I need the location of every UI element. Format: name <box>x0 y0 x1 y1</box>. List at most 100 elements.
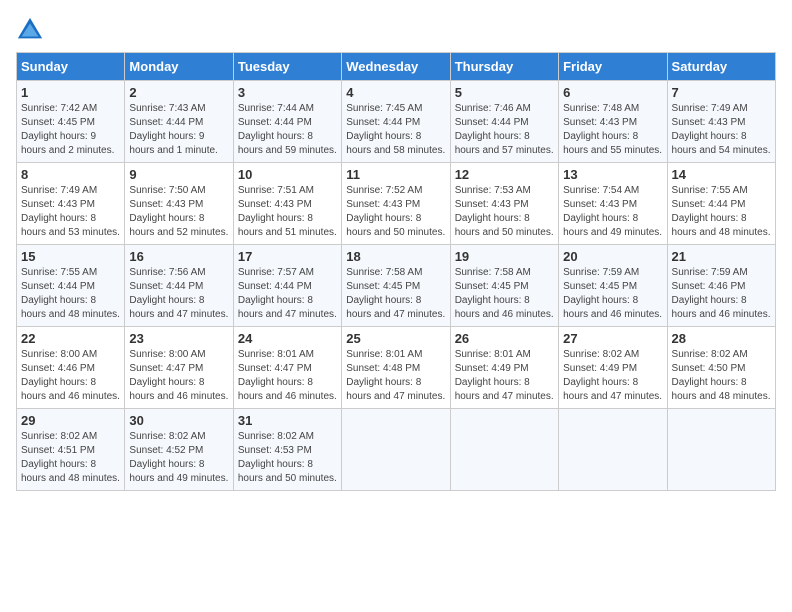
sunset-label: Sunset: 4:45 PM <box>563 281 637 292</box>
sunrise-label: Sunrise: 8:01 AM <box>238 349 314 360</box>
sunrise-label: Sunrise: 7:46 AM <box>455 103 531 114</box>
sunrise-label: Sunrise: 8:02 AM <box>563 349 639 360</box>
sunrise-label: Sunrise: 7:48 AM <box>563 103 639 114</box>
day-number: 8 <box>21 167 120 182</box>
weekday-header-monday: Monday <box>125 53 233 81</box>
daylight-label: Daylight hours: 8 hours and 46 minutes. <box>563 295 662 320</box>
daylight-label: Daylight hours: 8 hours and 46 minutes. <box>672 295 771 320</box>
sunrise-label: Sunrise: 7:59 AM <box>672 267 748 278</box>
day-number: 12 <box>455 167 554 182</box>
calendar-week-4: 22 Sunrise: 8:00 AM Sunset: 4:46 PM Dayl… <box>17 327 776 409</box>
sunset-label: Sunset: 4:47 PM <box>238 363 312 374</box>
sunrise-label: Sunrise: 8:02 AM <box>21 431 97 442</box>
day-number: 6 <box>563 85 662 100</box>
calendar-cell <box>667 409 775 491</box>
sunrise-label: Sunrise: 7:57 AM <box>238 267 314 278</box>
day-number: 26 <box>455 331 554 346</box>
sunrise-label: Sunrise: 7:56 AM <box>129 267 205 278</box>
calendar-cell: 21 Sunrise: 7:59 AM Sunset: 4:46 PM Dayl… <box>667 245 775 327</box>
daylight-label: Daylight hours: 8 hours and 58 minutes. <box>346 131 445 156</box>
sunrise-label: Sunrise: 7:53 AM <box>455 185 531 196</box>
calendar-week-2: 8 Sunrise: 7:49 AM Sunset: 4:43 PM Dayli… <box>17 163 776 245</box>
daylight-label: Daylight hours: 8 hours and 48 minutes. <box>21 459 120 484</box>
cell-info: Sunrise: 7:55 AM Sunset: 4:44 PM Dayligh… <box>672 184 771 240</box>
calendar-cell: 11 Sunrise: 7:52 AM Sunset: 4:43 PM Dayl… <box>342 163 450 245</box>
cell-info: Sunrise: 7:58 AM Sunset: 4:45 PM Dayligh… <box>346 266 445 322</box>
calendar-cell: 10 Sunrise: 7:51 AM Sunset: 4:43 PM Dayl… <box>233 163 341 245</box>
calendar-table: SundayMondayTuesdayWednesdayThursdayFrid… <box>16 52 776 491</box>
day-number: 24 <box>238 331 337 346</box>
sunset-label: Sunset: 4:43 PM <box>346 199 420 210</box>
calendar-week-3: 15 Sunrise: 7:55 AM Sunset: 4:44 PM Dayl… <box>17 245 776 327</box>
sunset-label: Sunset: 4:44 PM <box>238 281 312 292</box>
sunset-label: Sunset: 4:44 PM <box>346 117 420 128</box>
sunrise-label: Sunrise: 7:52 AM <box>346 185 422 196</box>
sunrise-label: Sunrise: 7:59 AM <box>563 267 639 278</box>
sunset-label: Sunset: 4:49 PM <box>455 363 529 374</box>
weekday-header-wednesday: Wednesday <box>342 53 450 81</box>
sunset-label: Sunset: 4:43 PM <box>563 117 637 128</box>
sunrise-label: Sunrise: 7:45 AM <box>346 103 422 114</box>
calendar-cell: 13 Sunrise: 7:54 AM Sunset: 4:43 PM Dayl… <box>559 163 667 245</box>
day-number: 20 <box>563 249 662 264</box>
daylight-label: Daylight hours: 8 hours and 57 minutes. <box>455 131 554 156</box>
sunset-label: Sunset: 4:44 PM <box>455 117 529 128</box>
calendar-cell: 31 Sunrise: 8:02 AM Sunset: 4:53 PM Dayl… <box>233 409 341 491</box>
sunset-label: Sunset: 4:43 PM <box>563 199 637 210</box>
sunset-label: Sunset: 4:52 PM <box>129 445 203 456</box>
calendar-header: SundayMondayTuesdayWednesdayThursdayFrid… <box>17 53 776 81</box>
day-number: 13 <box>563 167 662 182</box>
daylight-label: Daylight hours: 8 hours and 50 minutes. <box>238 459 337 484</box>
daylight-label: Daylight hours: 8 hours and 51 minutes. <box>238 213 337 238</box>
day-number: 21 <box>672 249 771 264</box>
sunrise-label: Sunrise: 7:44 AM <box>238 103 314 114</box>
daylight-label: Daylight hours: 8 hours and 47 minutes. <box>455 377 554 402</box>
cell-info: Sunrise: 7:53 AM Sunset: 4:43 PM Dayligh… <box>455 184 554 240</box>
sunrise-label: Sunrise: 7:43 AM <box>129 103 205 114</box>
daylight-label: Daylight hours: 8 hours and 50 minutes. <box>346 213 445 238</box>
calendar-cell: 19 Sunrise: 7:58 AM Sunset: 4:45 PM Dayl… <box>450 245 558 327</box>
calendar-cell: 23 Sunrise: 8:00 AM Sunset: 4:47 PM Dayl… <box>125 327 233 409</box>
calendar-cell: 26 Sunrise: 8:01 AM Sunset: 4:49 PM Dayl… <box>450 327 558 409</box>
day-number: 2 <box>129 85 228 100</box>
day-number: 17 <box>238 249 337 264</box>
sunrise-label: Sunrise: 8:02 AM <box>129 431 205 442</box>
cell-info: Sunrise: 8:00 AM Sunset: 4:47 PM Dayligh… <box>129 348 228 404</box>
day-number: 16 <box>129 249 228 264</box>
cell-info: Sunrise: 7:59 AM Sunset: 4:46 PM Dayligh… <box>672 266 771 322</box>
sunset-label: Sunset: 4:48 PM <box>346 363 420 374</box>
sunset-label: Sunset: 4:45 PM <box>21 117 95 128</box>
sunrise-label: Sunrise: 7:49 AM <box>21 185 97 196</box>
daylight-label: Daylight hours: 8 hours and 49 minutes. <box>563 213 662 238</box>
sunrise-label: Sunrise: 7:55 AM <box>21 267 97 278</box>
sunset-label: Sunset: 4:53 PM <box>238 445 312 456</box>
day-number: 5 <box>455 85 554 100</box>
calendar-cell: 1 Sunrise: 7:42 AM Sunset: 4:45 PM Dayli… <box>17 81 125 163</box>
sunrise-label: Sunrise: 8:02 AM <box>672 349 748 360</box>
daylight-label: Daylight hours: 9 hours and 1 minute. <box>129 131 217 156</box>
sunrise-label: Sunrise: 8:01 AM <box>455 349 531 360</box>
page-header <box>16 16 776 44</box>
cell-info: Sunrise: 8:02 AM Sunset: 4:53 PM Dayligh… <box>238 430 337 486</box>
sunset-label: Sunset: 4:45 PM <box>346 281 420 292</box>
day-number: 4 <box>346 85 445 100</box>
daylight-label: Daylight hours: 8 hours and 46 minutes. <box>129 377 228 402</box>
day-number: 31 <box>238 413 337 428</box>
calendar-cell: 29 Sunrise: 8:02 AM Sunset: 4:51 PM Dayl… <box>17 409 125 491</box>
calendar-cell: 17 Sunrise: 7:57 AM Sunset: 4:44 PM Dayl… <box>233 245 341 327</box>
day-number: 1 <box>21 85 120 100</box>
logo <box>16 16 46 44</box>
cell-info: Sunrise: 7:42 AM Sunset: 4:45 PM Dayligh… <box>21 102 120 158</box>
calendar-cell <box>559 409 667 491</box>
day-number: 30 <box>129 413 228 428</box>
sunrise-label: Sunrise: 8:02 AM <box>238 431 314 442</box>
daylight-label: Daylight hours: 8 hours and 50 minutes. <box>455 213 554 238</box>
sunrise-label: Sunrise: 7:42 AM <box>21 103 97 114</box>
sunrise-label: Sunrise: 8:01 AM <box>346 349 422 360</box>
sunset-label: Sunset: 4:43 PM <box>21 199 95 210</box>
sunset-label: Sunset: 4:44 PM <box>21 281 95 292</box>
sunset-label: Sunset: 4:43 PM <box>129 199 203 210</box>
cell-info: Sunrise: 8:02 AM Sunset: 4:49 PM Dayligh… <box>563 348 662 404</box>
sunrise-label: Sunrise: 8:00 AM <box>129 349 205 360</box>
day-number: 9 <box>129 167 228 182</box>
